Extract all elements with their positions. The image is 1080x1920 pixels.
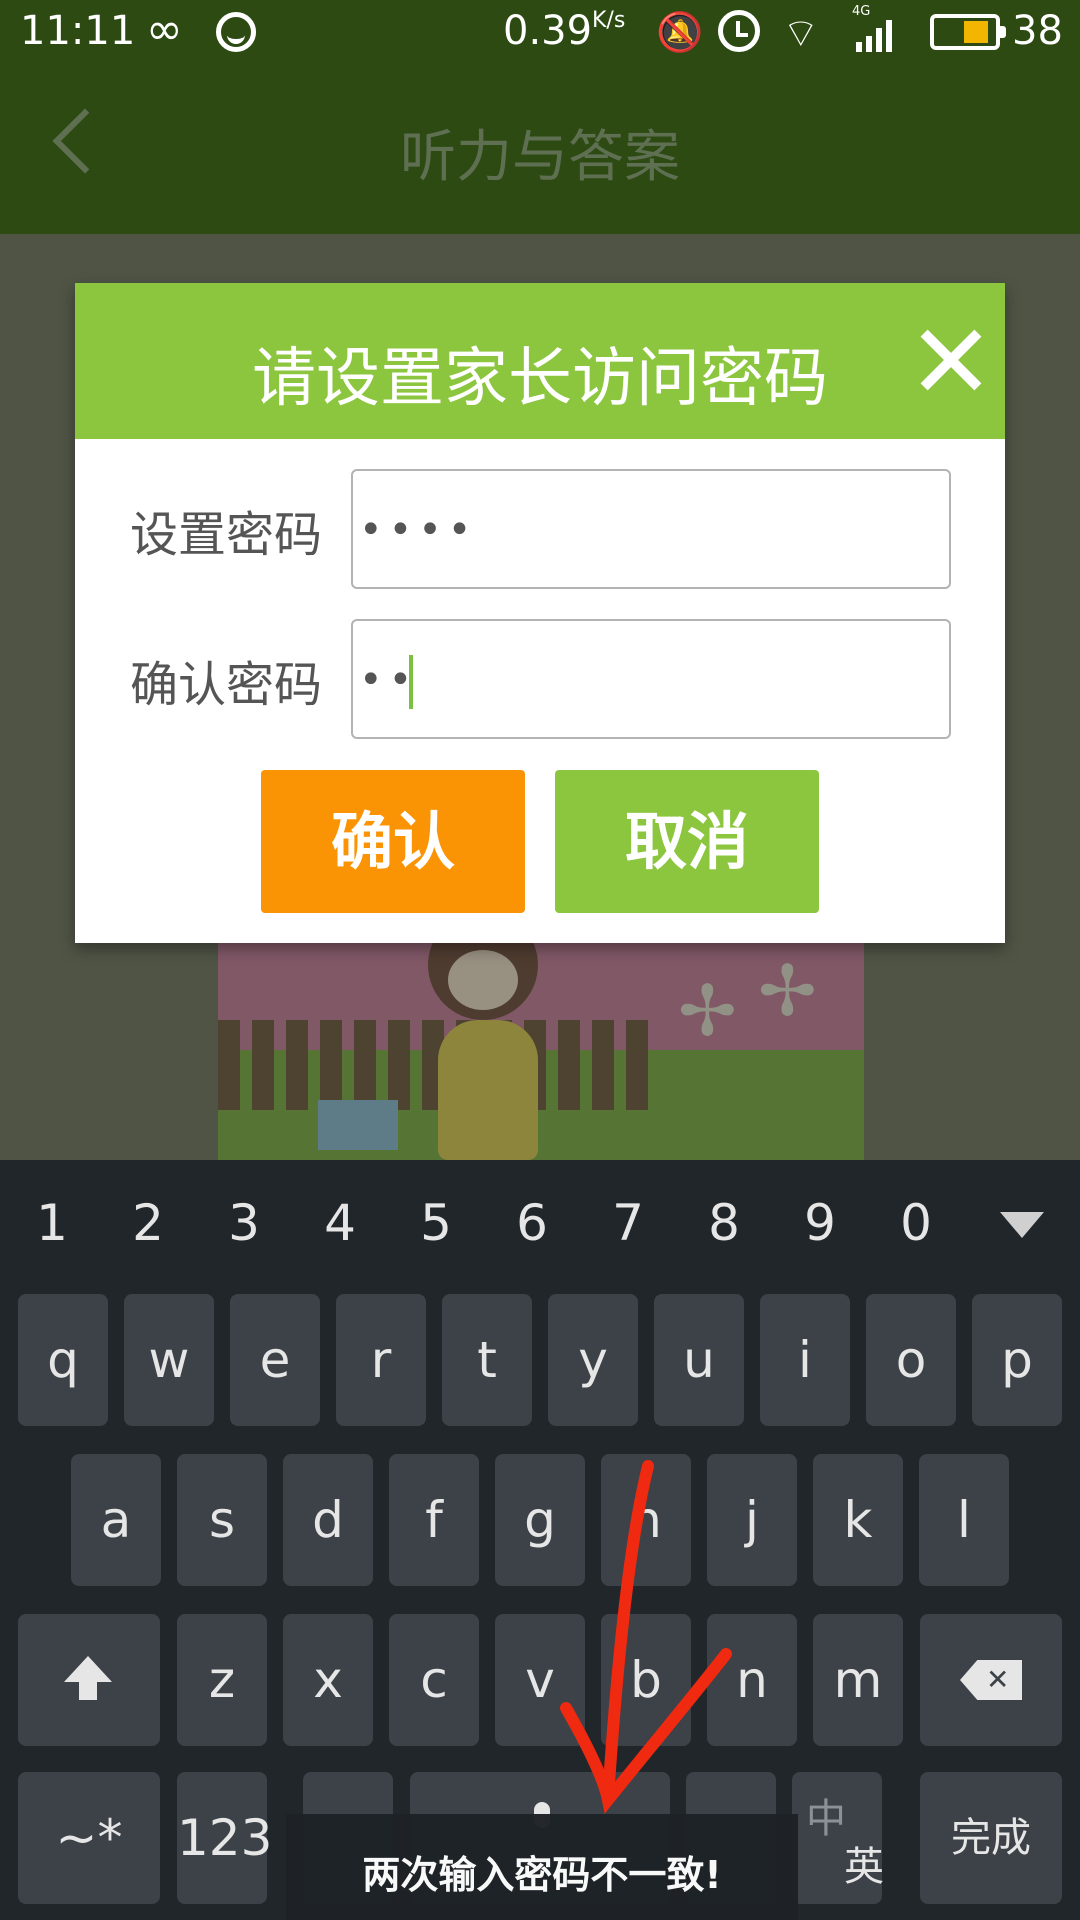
key-6[interactable]: 6	[502, 1194, 562, 1252]
status-time: 11:11	[20, 8, 136, 54]
network-type: 4G	[852, 4, 871, 19]
shift-key[interactable]	[18, 1614, 160, 1746]
key-o[interactable]: o	[866, 1294, 956, 1426]
done-key[interactable]: 完成	[920, 1772, 1062, 1904]
key-5[interactable]: 5	[406, 1194, 466, 1252]
key-h[interactable]: h	[601, 1454, 691, 1586]
password-field[interactable]: ••••	[351, 469, 951, 589]
key-z[interactable]: z	[177, 1614, 267, 1746]
key-7[interactable]: 7	[598, 1194, 658, 1252]
toast-text: 两次输入密码不一致!	[362, 1853, 722, 1897]
key-g[interactable]: g	[495, 1454, 585, 1586]
key-r[interactable]: r	[336, 1294, 426, 1426]
symbols-key[interactable]: ~*	[18, 1772, 160, 1904]
status-bar: 11:11 ∞ 0.39 K/s 🔕 ⌔ 4G 38	[0, 0, 1080, 66]
key-t[interactable]: t	[442, 1294, 532, 1426]
key-n[interactable]: n	[707, 1614, 797, 1746]
key-u[interactable]: u	[654, 1294, 744, 1426]
network-speed: 0.39	[503, 8, 593, 54]
language-bottom-label: 英	[844, 1844, 884, 1890]
key-v[interactable]: v	[495, 1614, 585, 1746]
battery-level: 38	[1012, 8, 1063, 54]
text-cursor	[409, 655, 413, 709]
face-icon	[216, 12, 256, 52]
key-q[interactable]: q	[18, 1294, 108, 1426]
close-icon[interactable]	[911, 321, 991, 401]
key-i[interactable]: i	[760, 1294, 850, 1426]
language-top-label: 中	[806, 1796, 846, 1842]
set-password-dialog: 请设置家长访问密码 设置密码 •••• 确认密码 •• 确认 取消	[75, 283, 1005, 943]
key-2[interactable]: 2	[118, 1194, 178, 1252]
key-w[interactable]: w	[124, 1294, 214, 1426]
dialog-header: 请设置家长访问密码	[75, 283, 1005, 439]
key-9[interactable]: 9	[790, 1194, 850, 1252]
password-label: 设置密码	[130, 507, 323, 563]
number-row: 1 2 3 4 5 6 7 8 9 0	[0, 1160, 1080, 1290]
mute-bell-icon: 🔕	[656, 10, 704, 54]
infinity-icon: ∞	[146, 4, 183, 55]
numbers-key[interactable]: 123	[177, 1772, 272, 1904]
wifi-icon: ⌔	[782, 11, 820, 57]
key-3[interactable]: 3	[214, 1194, 274, 1252]
backspace-key[interactable]	[920, 1614, 1062, 1746]
cancel-button[interactable]: 取消	[555, 770, 819, 913]
confirm-password-field[interactable]: ••	[351, 619, 951, 739]
key-k[interactable]: k	[813, 1454, 903, 1586]
key-l[interactable]: l	[919, 1454, 1009, 1586]
key-8[interactable]: 8	[694, 1194, 754, 1252]
key-p[interactable]: p	[972, 1294, 1062, 1426]
language-switch-key[interactable]: 中 英	[792, 1772, 884, 1904]
key-j[interactable]: j	[707, 1454, 797, 1586]
key-m[interactable]: m	[813, 1614, 903, 1746]
key-1[interactable]: 1	[22, 1194, 82, 1252]
key-0[interactable]: 0	[886, 1194, 946, 1252]
key-x[interactable]: x	[283, 1614, 373, 1746]
key-a[interactable]: a	[71, 1454, 161, 1586]
alarm-icon	[718, 10, 760, 52]
battery-fill	[964, 21, 988, 43]
collapse-keyboard-icon[interactable]	[1000, 1212, 1044, 1238]
backspace-icon	[960, 1660, 1022, 1700]
signal-icon	[856, 18, 892, 52]
password-value: ••••	[359, 507, 478, 553]
app-bar: 听力与答案	[0, 66, 1080, 234]
key-c[interactable]: c	[389, 1614, 479, 1746]
key-d[interactable]: d	[283, 1454, 373, 1586]
key-y[interactable]: y	[548, 1294, 638, 1426]
key-e[interactable]: e	[230, 1294, 320, 1426]
key-4[interactable]: 4	[310, 1194, 370, 1252]
key-f[interactable]: f	[389, 1454, 479, 1586]
battery-icon	[930, 14, 1006, 50]
key-s[interactable]: s	[177, 1454, 267, 1586]
page-title: 听力与答案	[400, 125, 680, 190]
key-b[interactable]: b	[601, 1614, 691, 1746]
dialog-title: 请设置家长访问密码	[252, 342, 828, 416]
confirm-password-label: 确认密码	[130, 657, 323, 713]
shift-icon	[64, 1656, 112, 1700]
network-speed-unit: K/s	[592, 8, 626, 33]
toast-message: 两次输入密码不一致!	[286, 1814, 798, 1920]
confirm-button[interactable]: 确认	[261, 770, 525, 913]
